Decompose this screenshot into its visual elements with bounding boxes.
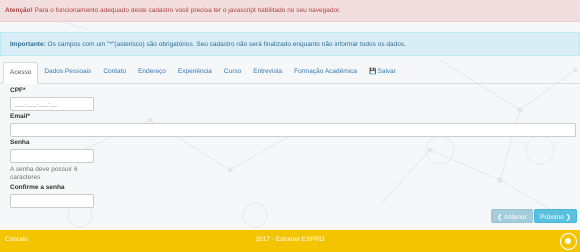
espro-logo-icon xyxy=(560,233,577,250)
tab-label: Endereço xyxy=(138,68,166,75)
tab-label: Contato xyxy=(103,68,127,75)
tab-label: Dados Pessoais xyxy=(44,68,92,75)
tab-label: Experiência xyxy=(177,68,212,75)
required-fields-info-alert: Importante: Os campos com um "*"(asteris… xyxy=(0,32,580,56)
tab-label: Curso xyxy=(223,68,242,75)
email-label: Email* xyxy=(10,113,30,120)
tab-experiencia[interactable]: Experiência xyxy=(172,62,218,83)
tab-formacao-academica[interactable]: Formação Acadêmica xyxy=(288,62,363,83)
tab-curso[interactable]: Curso xyxy=(218,62,247,83)
tab-label: Formação Acadêmica xyxy=(294,68,358,75)
tab-label: Salvar xyxy=(377,68,396,75)
senha-label: Senha xyxy=(10,139,30,146)
tab-endereco[interactable]: Endereço xyxy=(132,62,172,83)
cpf-input[interactable]: ___.___.___-__ xyxy=(10,97,94,111)
arrow-right-icon: ❯ xyxy=(563,214,572,221)
senha-help-text: A senha deve possuir 6 caracteres xyxy=(10,166,78,181)
previous-button[interactable]: ❮ Anterior xyxy=(491,209,533,223)
next-label: Próximo xyxy=(540,214,564,221)
senha-input[interactable] xyxy=(10,149,94,163)
tab-label: Entrevista xyxy=(253,68,283,75)
save-icon: 💾 xyxy=(369,69,377,75)
tab-salvar[interactable]: 💾Salvar xyxy=(363,62,402,83)
tab-acesso[interactable]: Acesso xyxy=(3,62,39,84)
confirme-senha-label: Confirme a senha xyxy=(10,184,65,191)
footer-copyright: 2017 - Extranet ESPRO xyxy=(255,236,325,243)
info-text: Os campos com um "*"(asterisco) são obri… xyxy=(45,41,406,48)
info-strong: Importante: xyxy=(10,41,46,48)
arrow-left-icon: ❮ xyxy=(497,214,504,221)
tab-dados-pessoais[interactable]: Dados Pessoais xyxy=(38,62,97,83)
tab-label: Acesso xyxy=(10,69,32,76)
warning-text: Para o funcionamento adequado deste cada… xyxy=(32,7,341,14)
cpf-label: CPF* xyxy=(10,87,26,94)
javascript-warning-alert: Atenção! Para o funcionamento adequado d… xyxy=(0,0,580,22)
previous-label: Anterior xyxy=(503,214,527,221)
warning-strong: Atenção! xyxy=(5,7,33,14)
footer: Contato 2017 - Extranet ESPRO xyxy=(0,230,580,252)
confirme-senha-input[interactable] xyxy=(10,194,94,208)
tab-entrevista[interactable]: Entrevista xyxy=(247,62,288,83)
email-input[interactable] xyxy=(10,123,576,137)
registration-tabs: Acesso Dados Pessoais Contato Endereço E… xyxy=(0,62,580,84)
next-button[interactable]: Próximo ❯ xyxy=(534,209,578,223)
tab-contato[interactable]: Contato xyxy=(97,62,132,83)
